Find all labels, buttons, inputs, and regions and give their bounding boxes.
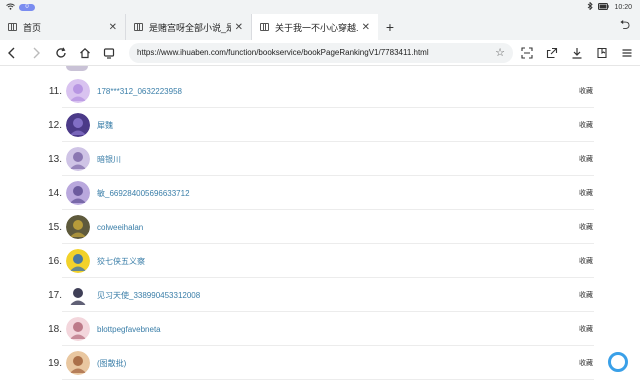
ranking-row[interactable]: 18. blottpegfavebneta 收藏 (0, 312, 640, 346)
back-button[interactable] (0, 42, 24, 64)
favorite-button[interactable]: 收藏 (579, 120, 593, 130)
clock: 10:20 (614, 3, 632, 11)
url-text[interactable]: https://www.ihuaben.com/function/bookser… (137, 48, 491, 57)
avatar[interactable] (66, 147, 90, 171)
tab-overview-button[interactable] (97, 42, 121, 64)
rank-number: 11. (48, 85, 62, 97)
user-name-link[interactable]: 暗银川 (97, 154, 121, 165)
row-divider (62, 379, 594, 380)
favorite-button[interactable]: 收藏 (579, 290, 593, 300)
status-left: 0 (0, 3, 35, 12)
tab-author[interactable]: 是赌宫呀全部小说_是... ✕ (126, 14, 252, 40)
avatar[interactable] (66, 79, 90, 103)
toolbar-right (515, 42, 640, 64)
hamburger-menu-icon (622, 48, 632, 57)
user-name-link[interactable]: 敏_669284005696633712 (97, 188, 190, 199)
avatar[interactable] (66, 317, 90, 341)
favorite-button[interactable]: 收藏 (579, 324, 593, 334)
favorite-button[interactable]: 收藏 (579, 256, 593, 266)
floating-assistant-button[interactable] (608, 352, 628, 372)
status-right: 10:20 (587, 1, 640, 12)
tab-home[interactable]: 首页 ✕ (0, 14, 126, 40)
page-icon (134, 23, 143, 31)
download-icon (572, 47, 582, 59)
page-icon (260, 23, 269, 31)
battery-icon (598, 2, 610, 12)
tab-bar: 首页 ✕ 是赌宫呀全部小说_是... ✕ 关于我一不小心穿越... ✕ + ⮌ (0, 14, 640, 40)
avatar[interactable] (66, 215, 90, 239)
scan-button[interactable] (515, 42, 540, 64)
close-icon[interactable]: ✕ (109, 22, 117, 33)
book-icon (597, 47, 608, 58)
status-bar: 0 10:20 (0, 0, 640, 14)
ranking-row[interactable]: 12. 犀魏 收藏 (0, 108, 640, 142)
rank-number: 12. (48, 119, 62, 131)
page-icon (8, 23, 17, 31)
reload-button[interactable] (48, 42, 72, 64)
avatar[interactable] (66, 113, 90, 137)
share-button[interactable] (540, 42, 565, 64)
bluetooth-icon (587, 1, 594, 12)
tab-title: 是赌宫呀全部小说_是... (149, 22, 231, 33)
ranking-row[interactable]: 15. colweeihalan 收藏 (0, 210, 640, 244)
browser-toolbar: https://www.ihuaben.com/function/bookser… (0, 40, 640, 66)
rank-number: 15. (48, 221, 62, 233)
rank-number: 19. (48, 357, 62, 369)
user-name-link[interactable]: 犀魏 (97, 120, 113, 131)
menu-button[interactable] (615, 42, 640, 64)
rank-number: 18. (48, 323, 62, 335)
share-icon (547, 47, 558, 58)
home-icon (79, 47, 90, 58)
download-button[interactable] (565, 42, 590, 64)
tab-title: 关于我一不小心穿越... (275, 22, 358, 33)
home-button[interactable] (73, 42, 97, 64)
user-name-link[interactable]: 见习天使_338990453312008 (97, 290, 200, 301)
bookmarks-button[interactable] (590, 42, 615, 64)
scan-icon (521, 46, 534, 59)
wifi-icon (6, 3, 15, 12)
favorite-button[interactable]: 收藏 (579, 154, 593, 164)
forward-button[interactable] (24, 42, 48, 64)
ranking-row[interactable]: 14. 敏_669284005696633712 收藏 (0, 176, 640, 210)
avatar[interactable] (66, 351, 90, 375)
user-name-link[interactable]: (图散批) (97, 358, 126, 369)
user-name-link[interactable]: colweeihalan (97, 223, 143, 232)
notification-badge: 0 (19, 3, 35, 11)
user-name-link[interactable]: 178***312_0632223958 (97, 87, 182, 96)
ranking-list: 11. 178***312_0632223958 收藏 12. 犀魏 收藏 13. 暗银川 收藏… (0, 66, 640, 384)
bookmark-star-icon[interactable]: ☆ (495, 46, 505, 59)
ranking-row[interactable]: 11. 178***312_0632223958 收藏 (0, 74, 640, 108)
rank-number: 14. (48, 187, 62, 199)
close-icon[interactable]: ✕ (235, 22, 243, 33)
ranking-row[interactable]: 17. 见习天使_338990453312008 收藏 (0, 278, 640, 312)
favorite-button[interactable]: 收藏 (579, 86, 593, 96)
ranking-row[interactable]: 16. 狡七侠五义察 收藏 (0, 244, 640, 278)
screen-icon (103, 47, 115, 59)
tab-ranking[interactable]: 关于我一不小心穿越... ✕ (252, 14, 378, 40)
tab-title: 首页 (23, 22, 42, 33)
forward-icon (33, 47, 41, 58)
avatar[interactable] (66, 249, 90, 273)
undo-close-tab-icon[interactable]: ⮌ (610, 14, 640, 40)
avatar[interactable] (66, 181, 90, 205)
reload-icon (55, 46, 66, 58)
ranking-row[interactable]: 19. (图散批) 收藏 (0, 346, 640, 380)
favorite-button[interactable]: 收藏 (579, 358, 593, 368)
new-tab-button[interactable]: + (378, 14, 402, 40)
favorite-button[interactable]: 收藏 (579, 188, 593, 198)
rank-number: 17. (48, 289, 62, 301)
address-bar[interactable]: https://www.ihuaben.com/function/bookser… (129, 42, 513, 63)
user-name-link[interactable]: 狡七侠五义察 (97, 256, 145, 267)
rank-number: 13. (48, 153, 62, 165)
close-icon[interactable]: ✕ (362, 22, 370, 33)
user-name-link[interactable]: blottpegfavebneta (97, 325, 161, 334)
avatar[interactable] (66, 283, 90, 307)
previous-avatar-fragment (66, 66, 88, 71)
rank-number: 16. (48, 255, 62, 267)
favorite-button[interactable]: 收藏 (579, 222, 593, 232)
ranking-row[interactable]: 13. 暗银川 收藏 (0, 142, 640, 176)
back-icon (8, 47, 15, 58)
